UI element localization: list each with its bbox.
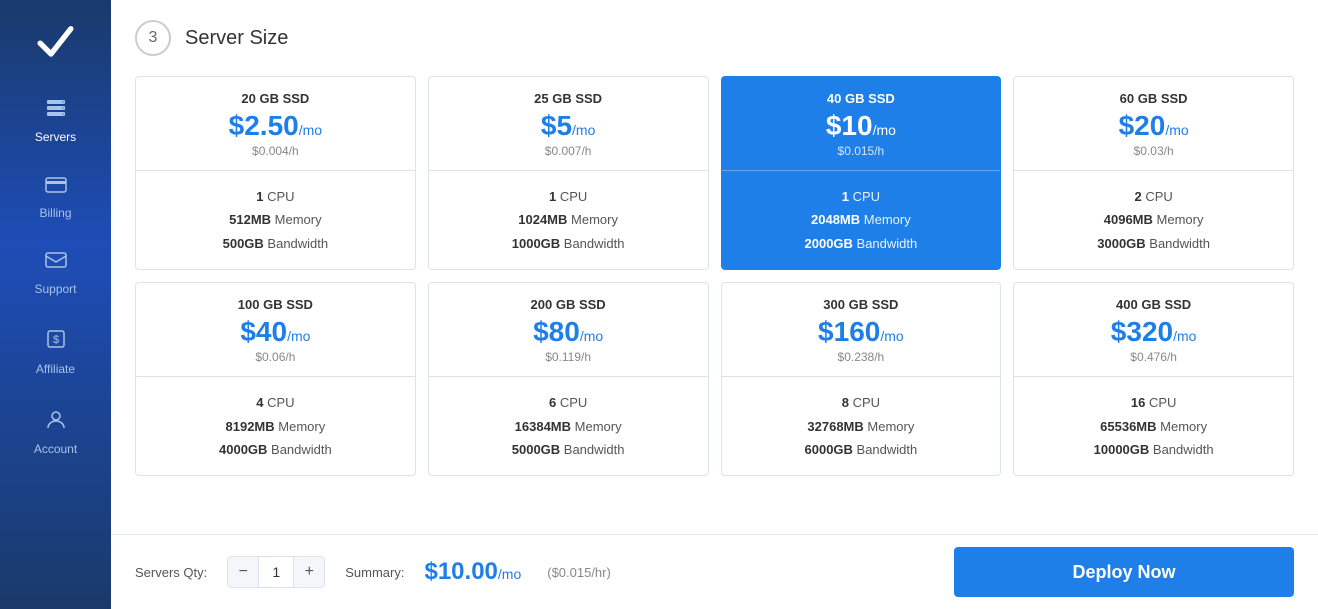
- plan-top: 20 GB SSD $2.50/mo $0.004/h: [136, 77, 415, 171]
- plan-storage: 25 GB SSD: [441, 91, 696, 106]
- plan-card-plan-40gb[interactable]: 40 GB SSD $10/mo $0.015/h 1 CPU 2048MB M…: [721, 76, 1002, 270]
- plan-price-hour: $0.004/h: [148, 144, 403, 158]
- page-header: 3 Server Size: [135, 20, 1294, 56]
- plan-storage: 200 GB SSD: [441, 297, 696, 312]
- footer-bar: Servers Qty: − + Summary: $10.00/mo ($0.…: [111, 534, 1318, 609]
- plan-bottom: 6 CPU 16384MB Memory 5000GB Bandwidth: [429, 377, 708, 475]
- plan-price-hour: $0.238/h: [734, 350, 989, 364]
- sidebar: Servers Billing Support $ Affiliate: [0, 0, 111, 609]
- sidebar-item-servers[interactable]: Servers: [0, 80, 111, 160]
- plan-card-plan-60gb[interactable]: 60 GB SSD $20/mo $0.03/h 2 CPU 4096MB Me…: [1013, 76, 1294, 270]
- plan-price-hour: $0.119/h: [441, 350, 696, 364]
- sidebar-item-support-label: Support: [34, 282, 76, 296]
- plan-storage: 300 GB SSD: [734, 297, 989, 312]
- plan-card-plan-400gb[interactable]: 400 GB SSD $320/mo $0.476/h 16 CPU 65536…: [1013, 282, 1294, 476]
- plan-card-plan-300gb[interactable]: 300 GB SSD $160/mo $0.238/h 8 CPU 32768M…: [721, 282, 1002, 476]
- plan-spec: 1 CPU 2048MB Memory 2000GB Bandwidth: [734, 185, 989, 255]
- plan-spec: 1 CPU 512MB Memory 500GB Bandwidth: [148, 185, 403, 255]
- plan-top: 300 GB SSD $160/mo $0.238/h: [722, 283, 1001, 377]
- plan-bottom: 4 CPU 8192MB Memory 4000GB Bandwidth: [136, 377, 415, 475]
- plan-top: 25 GB SSD $5/mo $0.007/h: [429, 77, 708, 171]
- servers-qty-label: Servers Qty:: [135, 565, 207, 580]
- plan-price-hour: $0.015/h: [734, 144, 989, 158]
- plan-price-main: $10/mo: [734, 112, 989, 140]
- svg-text:$: $: [52, 334, 58, 346]
- page-title: Server Size: [185, 27, 288, 50]
- sidebar-item-support[interactable]: Support: [0, 236, 111, 312]
- plan-bottom: 1 CPU 2048MB Memory 2000GB Bandwidth: [722, 171, 1001, 269]
- plan-price-main: $2.50/mo: [148, 112, 403, 140]
- summary-price-value: $10.00: [424, 558, 497, 585]
- summary-price-unit: /mo: [498, 566, 521, 582]
- plan-card-plan-100gb[interactable]: 100 GB SSD $40/mo $0.06/h 4 CPU 8192MB M…: [135, 282, 416, 476]
- plan-price-hour: $0.476/h: [1026, 350, 1281, 364]
- plan-card-plan-20gb[interactable]: 20 GB SSD $2.50/mo $0.004/h 1 CPU 512MB …: [135, 76, 416, 270]
- support-icon: [45, 252, 67, 276]
- plan-price-main: $20/mo: [1026, 112, 1281, 140]
- plan-top: 40 GB SSD $10/mo $0.015/h: [722, 77, 1001, 171]
- sidebar-item-billing-label: Billing: [39, 206, 71, 220]
- plans-grid: 20 GB SSD $2.50/mo $0.004/h 1 CPU 512MB …: [135, 76, 1294, 476]
- step-circle: 3: [135, 20, 171, 56]
- plan-top: 200 GB SSD $80/mo $0.119/h: [429, 283, 708, 377]
- servers-icon: [45, 96, 67, 124]
- plan-price-hour: $0.06/h: [148, 350, 403, 364]
- plan-bottom: 16 CPU 65536MB Memory 10000GB Bandwidth: [1014, 377, 1293, 475]
- plan-price-main: $40/mo: [148, 318, 403, 346]
- plan-spec: 1 CPU 1024MB Memory 1000GB Bandwidth: [441, 185, 696, 255]
- summary-hourly: ($0.015/hr): [547, 565, 611, 580]
- plan-storage: 40 GB SSD: [734, 91, 989, 106]
- plan-spec: 8 CPU 32768MB Memory 6000GB Bandwidth: [734, 391, 989, 461]
- plan-price-main: $5/mo: [441, 112, 696, 140]
- plan-price-hour: $0.007/h: [441, 144, 696, 158]
- sidebar-logo: [26, 10, 86, 70]
- qty-minus-button[interactable]: −: [228, 557, 258, 587]
- sidebar-item-servers-label: Servers: [35, 130, 76, 144]
- plan-bottom: 2 CPU 4096MB Memory 3000GB Bandwidth: [1014, 171, 1293, 269]
- plan-spec: 6 CPU 16384MB Memory 5000GB Bandwidth: [441, 391, 696, 461]
- plan-storage: 100 GB SSD: [148, 297, 403, 312]
- sidebar-item-affiliate[interactable]: $ Affiliate: [0, 312, 111, 392]
- plan-price-main: $80/mo: [441, 318, 696, 346]
- plan-top: 400 GB SSD $320/mo $0.476/h: [1014, 283, 1293, 377]
- plan-spec: 16 CPU 65536MB Memory 10000GB Bandwidth: [1026, 391, 1281, 461]
- plan-spec: 2 CPU 4096MB Memory 3000GB Bandwidth: [1026, 185, 1281, 255]
- main-content: 3 Server Size 20 GB SSD $2.50/mo $0.004/…: [111, 0, 1318, 609]
- affiliate-icon: $: [45, 328, 67, 356]
- plan-price-main: $160/mo: [734, 318, 989, 346]
- sidebar-item-account-label: Account: [34, 442, 77, 456]
- plan-price-main: $320/mo: [1026, 318, 1281, 346]
- plan-storage: 20 GB SSD: [148, 91, 403, 106]
- summary-label: Summary:: [345, 565, 404, 580]
- billing-icon: [45, 176, 67, 200]
- plan-card-plan-200gb[interactable]: 200 GB SSD $80/mo $0.119/h 6 CPU 16384MB…: [428, 282, 709, 476]
- account-icon: [45, 408, 67, 436]
- qty-stepper: − +: [227, 556, 325, 588]
- plan-storage: 400 GB SSD: [1026, 297, 1281, 312]
- plan-bottom: 1 CPU 512MB Memory 500GB Bandwidth: [136, 171, 415, 269]
- deploy-now-button[interactable]: Deploy Now: [954, 547, 1294, 597]
- sidebar-item-affiliate-label: Affiliate: [36, 362, 75, 376]
- content-area: 3 Server Size 20 GB SSD $2.50/mo $0.004/…: [111, 0, 1318, 534]
- sidebar-item-account[interactable]: Account: [0, 392, 111, 472]
- plan-top: 100 GB SSD $40/mo $0.06/h: [136, 283, 415, 377]
- plan-bottom: 8 CPU 32768MB Memory 6000GB Bandwidth: [722, 377, 1001, 475]
- plan-price-hour: $0.03/h: [1026, 144, 1281, 158]
- plan-storage: 60 GB SSD: [1026, 91, 1281, 106]
- summary-price: $10.00/mo: [424, 558, 521, 586]
- qty-input[interactable]: [258, 557, 294, 587]
- plan-top: 60 GB SSD $20/mo $0.03/h: [1014, 77, 1293, 171]
- plan-bottom: 1 CPU 1024MB Memory 1000GB Bandwidth: [429, 171, 708, 269]
- plan-spec: 4 CPU 8192MB Memory 4000GB Bandwidth: [148, 391, 403, 461]
- plan-card-plan-25gb[interactable]: 25 GB SSD $5/mo $0.007/h 1 CPU 1024MB Me…: [428, 76, 709, 270]
- sidebar-item-billing[interactable]: Billing: [0, 160, 111, 236]
- qty-plus-button[interactable]: +: [294, 557, 324, 587]
